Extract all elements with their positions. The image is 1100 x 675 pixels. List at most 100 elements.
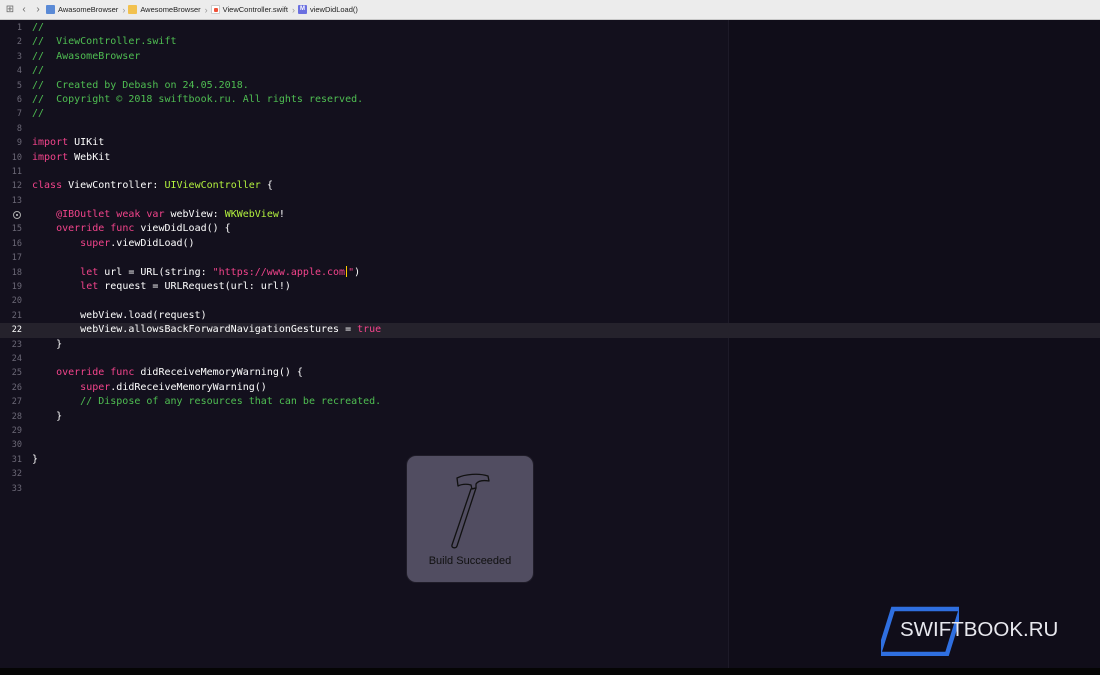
code-line[interactable]: 15 override func viewDidLoad() { — [0, 222, 1100, 236]
line-number[interactable]: 28 — [0, 410, 22, 424]
forward-arrow-icon[interactable]: › — [32, 3, 44, 17]
code-line[interactable]: 28 } — [0, 410, 1100, 424]
code-line[interactable]: 23 } — [0, 338, 1100, 352]
code-line[interactable]: 26 super.didReceiveMemoryWarning() — [0, 381, 1100, 395]
code-text: // AwasomeBrowser — [32, 50, 140, 64]
line-number[interactable]: 1 — [0, 21, 22, 35]
code-text: } — [32, 338, 62, 352]
line-number[interactable]: 5 — [0, 79, 22, 93]
line-number[interactable]: 22 — [0, 323, 22, 337]
line-number[interactable]: 33 — [0, 482, 22, 496]
code-line[interactable]: 30 — [0, 438, 1100, 452]
code-token: // Copyright © 2018 swiftbook.ru. All ri… — [32, 93, 364, 105]
code-token: ! — [278, 209, 285, 221]
line-number[interactable]: 6 — [0, 93, 22, 107]
code-line[interactable]: 32 — [0, 467, 1100, 481]
code-line[interactable]: 3 // AwasomeBrowser — [0, 50, 1100, 64]
line-number[interactable]: 32 — [0, 467, 22, 481]
breadcrumb-method[interactable]: M viewDidLoad() — [297, 5, 358, 14]
code-text: let url = URL(string: "https://www.apple… — [32, 266, 360, 280]
outlet-connection-icon[interactable] — [13, 211, 21, 220]
code-text: // Dispose of any resources that can be … — [32, 395, 381, 409]
line-number[interactable]: 21 — [0, 309, 22, 323]
chevron-right-icon: › — [291, 4, 295, 15]
code-line[interactable]: 17 — [0, 251, 1100, 265]
source-editor[interactable]: 1 // 2 // ViewController.swift 3 // AwasomeBr… — [0, 20, 1100, 668]
code-line[interactable]: 2 // ViewController.swift — [0, 35, 1100, 49]
code-line[interactable]: 6 // Copyright © 2018 swiftbook.ru. All r… — [0, 93, 1100, 107]
line-number[interactable]: 30 — [0, 438, 22, 452]
folder-icon — [128, 5, 138, 14]
code-line[interactable]: 29 — [0, 424, 1100, 438]
line-number[interactable]: 7 — [0, 107, 22, 121]
code-line[interactable]: 21 webView.load(request) — [0, 309, 1100, 323]
line-number[interactable]: 27 — [0, 395, 22, 409]
line-number[interactable]: 10 — [0, 151, 22, 165]
code-line[interactable]: 31} — [0, 453, 1100, 467]
line-number[interactable]: 19 — [0, 280, 22, 294]
code-line[interactable]: 1 // — [0, 21, 1100, 35]
code-token: url = URL(string: — [98, 266, 213, 278]
code-token: viewDidLoad() { — [134, 223, 231, 235]
line-number[interactable]: 8 — [0, 122, 22, 136]
code-line[interactable]: 25 override func didReceiveMemoryWarning… — [0, 366, 1100, 380]
line-number[interactable]: 15 — [0, 222, 22, 236]
code-token: // — [32, 65, 45, 77]
line-number[interactable]: 25 — [0, 366, 22, 380]
line-number[interactable]: 24 — [0, 352, 22, 366]
code-line[interactable]: 16 super.viewDidLoad() — [0, 237, 1100, 251]
code-token: } — [32, 410, 63, 422]
line-number[interactable]: 18 — [0, 266, 22, 280]
back-arrow-icon[interactable]: ‹ — [18, 3, 30, 17]
breadcrumb-project[interactable]: AwasomeBrowser › — [46, 5, 125, 15]
code-line[interactable]: 22 webView.allowsBackForwardNavigationGe… — [0, 323, 1100, 338]
code-line[interactable]: 7 // — [0, 107, 1100, 121]
related-items-icon[interactable]: ⊞ — [4, 3, 16, 17]
code-line[interactable]: 24 — [0, 352, 1100, 366]
breadcrumb-label: AwasomeBrowser — [58, 5, 119, 14]
code-lines: 1 // 2 // ViewController.swift 3 // AwasomeBr… — [0, 21, 1100, 496]
code-token: WebKit — [68, 151, 111, 163]
code-token: // Dispose of any resources that can be … — [32, 396, 382, 408]
code-line[interactable]: 12 class ViewController: UIViewController… — [0, 179, 1100, 193]
line-number[interactable]: 29 — [0, 424, 22, 438]
code-text: super.didReceiveMemoryWarning() — [32, 381, 267, 395]
code-token: webView.allowsBackForwardNavigationGestu… — [32, 324, 358, 336]
code-line[interactable]: 19 let request = URLRequest(url: url!) — [0, 280, 1100, 294]
line-number[interactable]: 12 — [0, 179, 22, 193]
code-line[interactable]: @IBOutlet weak var webView: WKWebView! — [0, 208, 1100, 222]
line-number[interactable]: 31 — [0, 453, 22, 467]
code-line[interactable]: 27 // Dispose of any resources that can … — [0, 395, 1100, 409]
code-line[interactable]: 4 // — [0, 64, 1100, 78]
code-token: request = URLRequest(url: url!) — [98, 281, 291, 293]
code-text: class ViewController: UIViewController { — [32, 179, 273, 193]
line-number[interactable]: 23 — [0, 338, 22, 352]
line-number[interactable]: 4 — [0, 64, 22, 78]
line-number[interactable]: 2 — [0, 35, 22, 49]
code-line[interactable]: 8 — [0, 122, 1100, 136]
code-text: // — [32, 64, 44, 78]
line-number[interactable]: 16 — [0, 237, 22, 251]
line-number[interactable]: 11 — [0, 165, 22, 179]
code-line[interactable]: 11 — [0, 165, 1100, 179]
code-line[interactable]: 5 // Created by Debash on 24.05.2018. — [0, 79, 1100, 93]
code-line[interactable]: 20 — [0, 294, 1100, 308]
line-number[interactable]: 13 — [0, 194, 22, 208]
code-line[interactable]: 18 let url = URL(string: "https://www.ap… — [0, 266, 1100, 280]
code-line[interactable]: 13 — [0, 194, 1100, 208]
breadcrumb-group[interactable]: AwesomeBrowser › — [128, 5, 208, 15]
breadcrumb-label: ViewController.swift — [222, 5, 288, 14]
line-number[interactable]: 3 — [0, 50, 22, 64]
line-number[interactable]: 26 — [0, 381, 22, 395]
code-line[interactable]: 9 import UIKit — [0, 136, 1100, 150]
line-number[interactable]: 9 — [0, 136, 22, 150]
code-line[interactable]: 10 import WebKit — [0, 151, 1100, 165]
breadcrumb-file[interactable]: ViewController.swift › — [210, 4, 295, 15]
code-line[interactable]: 33 — [0, 482, 1100, 496]
line-number[interactable]: 17 — [0, 251, 22, 265]
line-number[interactable]: 20 — [0, 294, 22, 308]
